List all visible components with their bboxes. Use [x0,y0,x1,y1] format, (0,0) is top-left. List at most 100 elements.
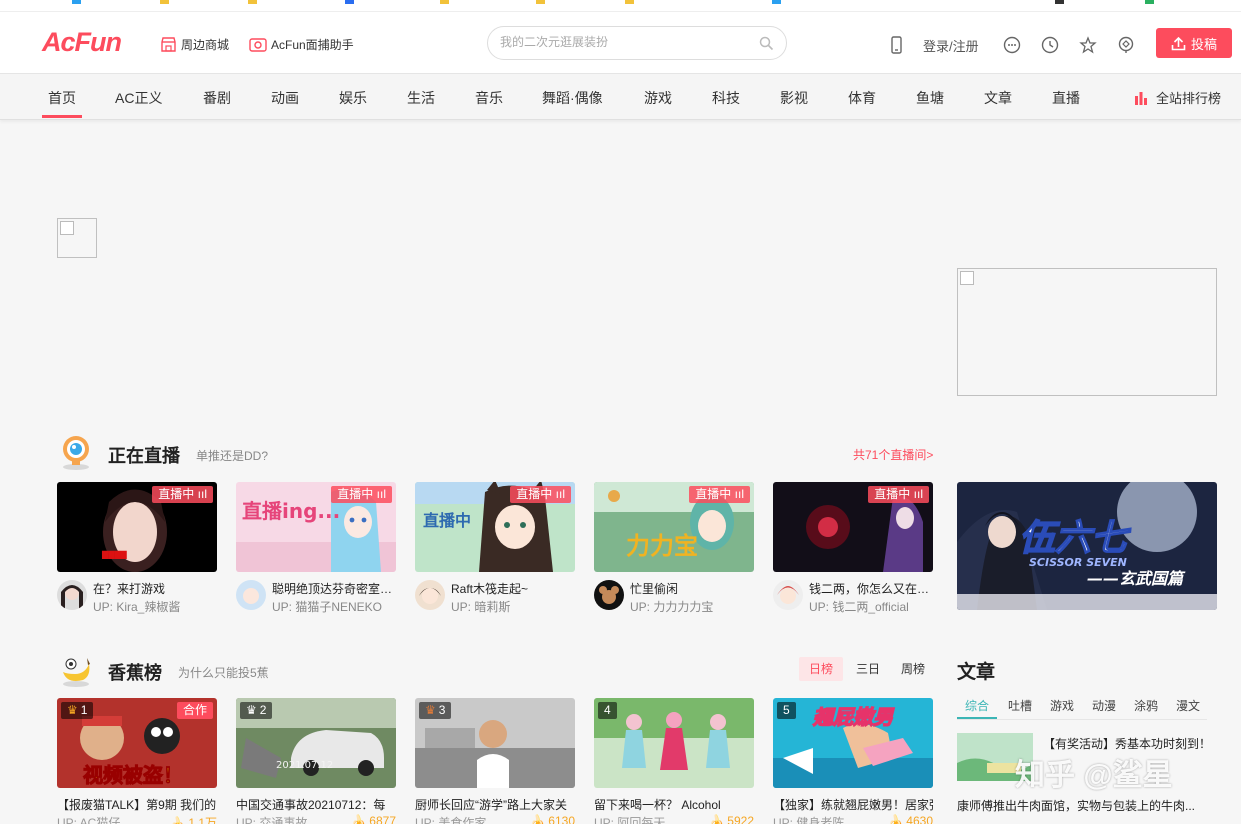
tab-three-day[interactable]: 三日 [846,657,890,681]
articles-title: 文章 [957,662,996,683]
video-uploader[interactable]: UP: AC猫仔 [57,814,120,824]
nav-item-articles[interactable]: 文章 [984,88,1012,108]
nav-item-bangumi[interactable]: 番剧 [203,88,231,108]
avatar[interactable] [773,580,803,610]
live-status-badge: 直播中 ııl [868,486,929,503]
live-title[interactable]: 钱二两，你怎么又在直播 [809,580,933,597]
video-uploader[interactable]: UP: 健身老陈 [773,814,844,824]
acfun-logo[interactable]: AcFun [42,27,122,58]
nav-item-entertainment[interactable]: 娱乐 [339,88,367,108]
banana-count: 🍌 6130 [530,814,575,824]
avatar[interactable] [57,580,87,610]
live-uploader[interactable]: UP: 暗莉斯 [451,598,575,615]
rank-badge: ♛ 3 [419,702,452,719]
live-uploader[interactable]: UP: 钱二两_official [809,598,933,615]
banana-small-icon: 🍌 [709,814,725,824]
article-tab-comic-text[interactable]: 漫文 [1176,697,1200,714]
zhihu-watermark: 知乎 @鲨星 [1015,759,1173,792]
banana-ranking-subtitle: 为什么只能投5蕉 [178,666,269,680]
thumb-text: 力力宝 [626,532,698,560]
thumb-text: 直播ing... [242,499,340,523]
banana-icon [63,658,90,687]
video-title[interactable]: 厨师长回应“游学”路上大家关 [415,796,575,813]
webcam-icon [63,436,89,470]
video-thumbnail[interactable]: 翘屁嫩男 [773,698,933,788]
nav-item-life[interactable]: 生活 [407,88,435,108]
nav-item-film[interactable]: 影视 [780,88,808,108]
video-uploader[interactable]: UP: 阿回每天 [594,814,665,824]
live-uploader[interactable]: UP: 力力力力宝 [630,598,754,615]
article-tab-indicator [957,717,997,719]
live-status-badge: 直播中 ııl [689,486,750,503]
nav-item-dance-idol[interactable]: 舞蹈·偶像 [542,88,603,108]
site-ranking-link[interactable]: 全站排行榜 [1134,88,1221,107]
nav-item-music[interactable]: 音乐 [475,88,503,108]
video-thumbnail[interactable] [594,698,754,788]
nav-item-live[interactable]: 直播 [1052,88,1080,108]
article-tab-rant[interactable]: 吐槽 [1008,697,1032,714]
article-tab-games[interactable]: 游戏 [1050,697,1074,714]
rank-badge: ♛ 2 [240,702,273,719]
nav-item-ac-justice[interactable]: AC正义 [115,88,162,108]
live-status-badge: 直播中 ııl [152,486,213,503]
signal-icon: ııl [913,487,923,501]
video-uploader[interactable]: UP: 美食作家 [415,814,486,824]
upload-label: 投稿 [1190,36,1217,52]
article-tab-anime[interactable]: 动漫 [1092,697,1116,714]
article-tab-all[interactable]: 综合 [965,697,989,714]
scissor-seven-banner[interactable]: 伍六七 SCISSOR SEVEN ——玄武国篇 [957,482,1217,610]
login-register-link[interactable]: 登录/注册 [923,36,979,55]
banana-small-icon: 🍌 [351,814,367,824]
live-uploader[interactable]: UP: Kira_辣椒酱 [93,598,217,615]
favorite-star-icon[interactable] [1079,36,1097,54]
live-uploader[interactable]: UP: 猫猫子NENEKO [272,598,396,615]
avatar[interactable] [415,580,445,610]
article-title[interactable]: 康师傅推出牛肉面馆，实物与包装上的牛肉... [957,797,1227,814]
site-ranking-label: 全站排行榜 [1156,91,1222,106]
video-title[interactable]: 留下来喝一杯？ Alcohol [594,796,754,813]
live-title[interactable]: Raft木筏走起~ [451,580,575,597]
avatar[interactable] [594,580,624,610]
live-title[interactable]: 忙里偷闲 [630,580,754,597]
camera-icon [249,38,267,52]
video-uploader[interactable]: UP: 交通事故 [236,814,307,824]
merch-store-link[interactable]: 周边商城 [160,36,229,53]
signal-icon: ııl [734,487,744,501]
tab-daily[interactable]: 日榜 [799,657,844,681]
search-input[interactable] [500,35,750,49]
video-title[interactable]: 【独家】练就翘屁嫩男！居家弹 [773,796,933,813]
nav-item-sports[interactable]: 体育 [848,88,876,108]
nav-item-home[interactable]: 首页 [42,88,82,118]
rank-badge: 4 [598,702,617,719]
signal-icon: ııl [197,487,207,501]
upload-button[interactable]: 投稿 [1156,28,1232,58]
broken-ad-image[interactable] [957,268,1217,396]
mobile-icon[interactable] [887,36,905,54]
banner-subtitle: ——玄武国篇 [1087,569,1186,588]
nav-item-games[interactable]: 游戏 [644,88,672,108]
nav-item-animation[interactable]: 动画 [271,88,299,108]
live-status-badge: 直播中 ııl [510,486,571,503]
live-title[interactable]: 聪明绝顶达芬奇密室逃脱 [272,580,396,597]
history-icon[interactable] [1041,36,1059,54]
tab-weekly[interactable]: 周榜 [891,657,935,681]
video-title[interactable]: 【报废猫TALK】第9期 我们的 [57,796,217,813]
video-title[interactable]: 中国交通事故20210712：每 [236,796,396,813]
merch-store-label: 周边商城 [181,38,230,52]
search-box[interactable] [487,26,787,60]
message-icon[interactable] [1003,36,1021,54]
live-rooms-more-link[interactable]: 共71个直播间> [853,446,933,463]
nav-item-tech[interactable]: 科技 [712,88,740,108]
banner-en-title: SCISSOR SEVEN [1029,556,1127,569]
face-capture-link[interactable]: AcFun面捕助手 [249,36,354,53]
search-icon[interactable] [759,36,774,51]
badge-icon[interactable] [1117,36,1135,54]
article-tab-doodle[interactable]: 涂鸦 [1134,697,1158,714]
nav-item-fishpond[interactable]: 鱼塘 [916,88,944,108]
article-tabs-divider [957,719,1207,720]
rank-badge: ♛ 1 [61,702,94,719]
avatar[interactable] [236,580,266,610]
banana-count: 🍌 1.1万 [170,814,217,824]
bar-chart-icon [1135,91,1147,105]
live-title[interactable]: 在？来打游戏 [93,580,217,597]
